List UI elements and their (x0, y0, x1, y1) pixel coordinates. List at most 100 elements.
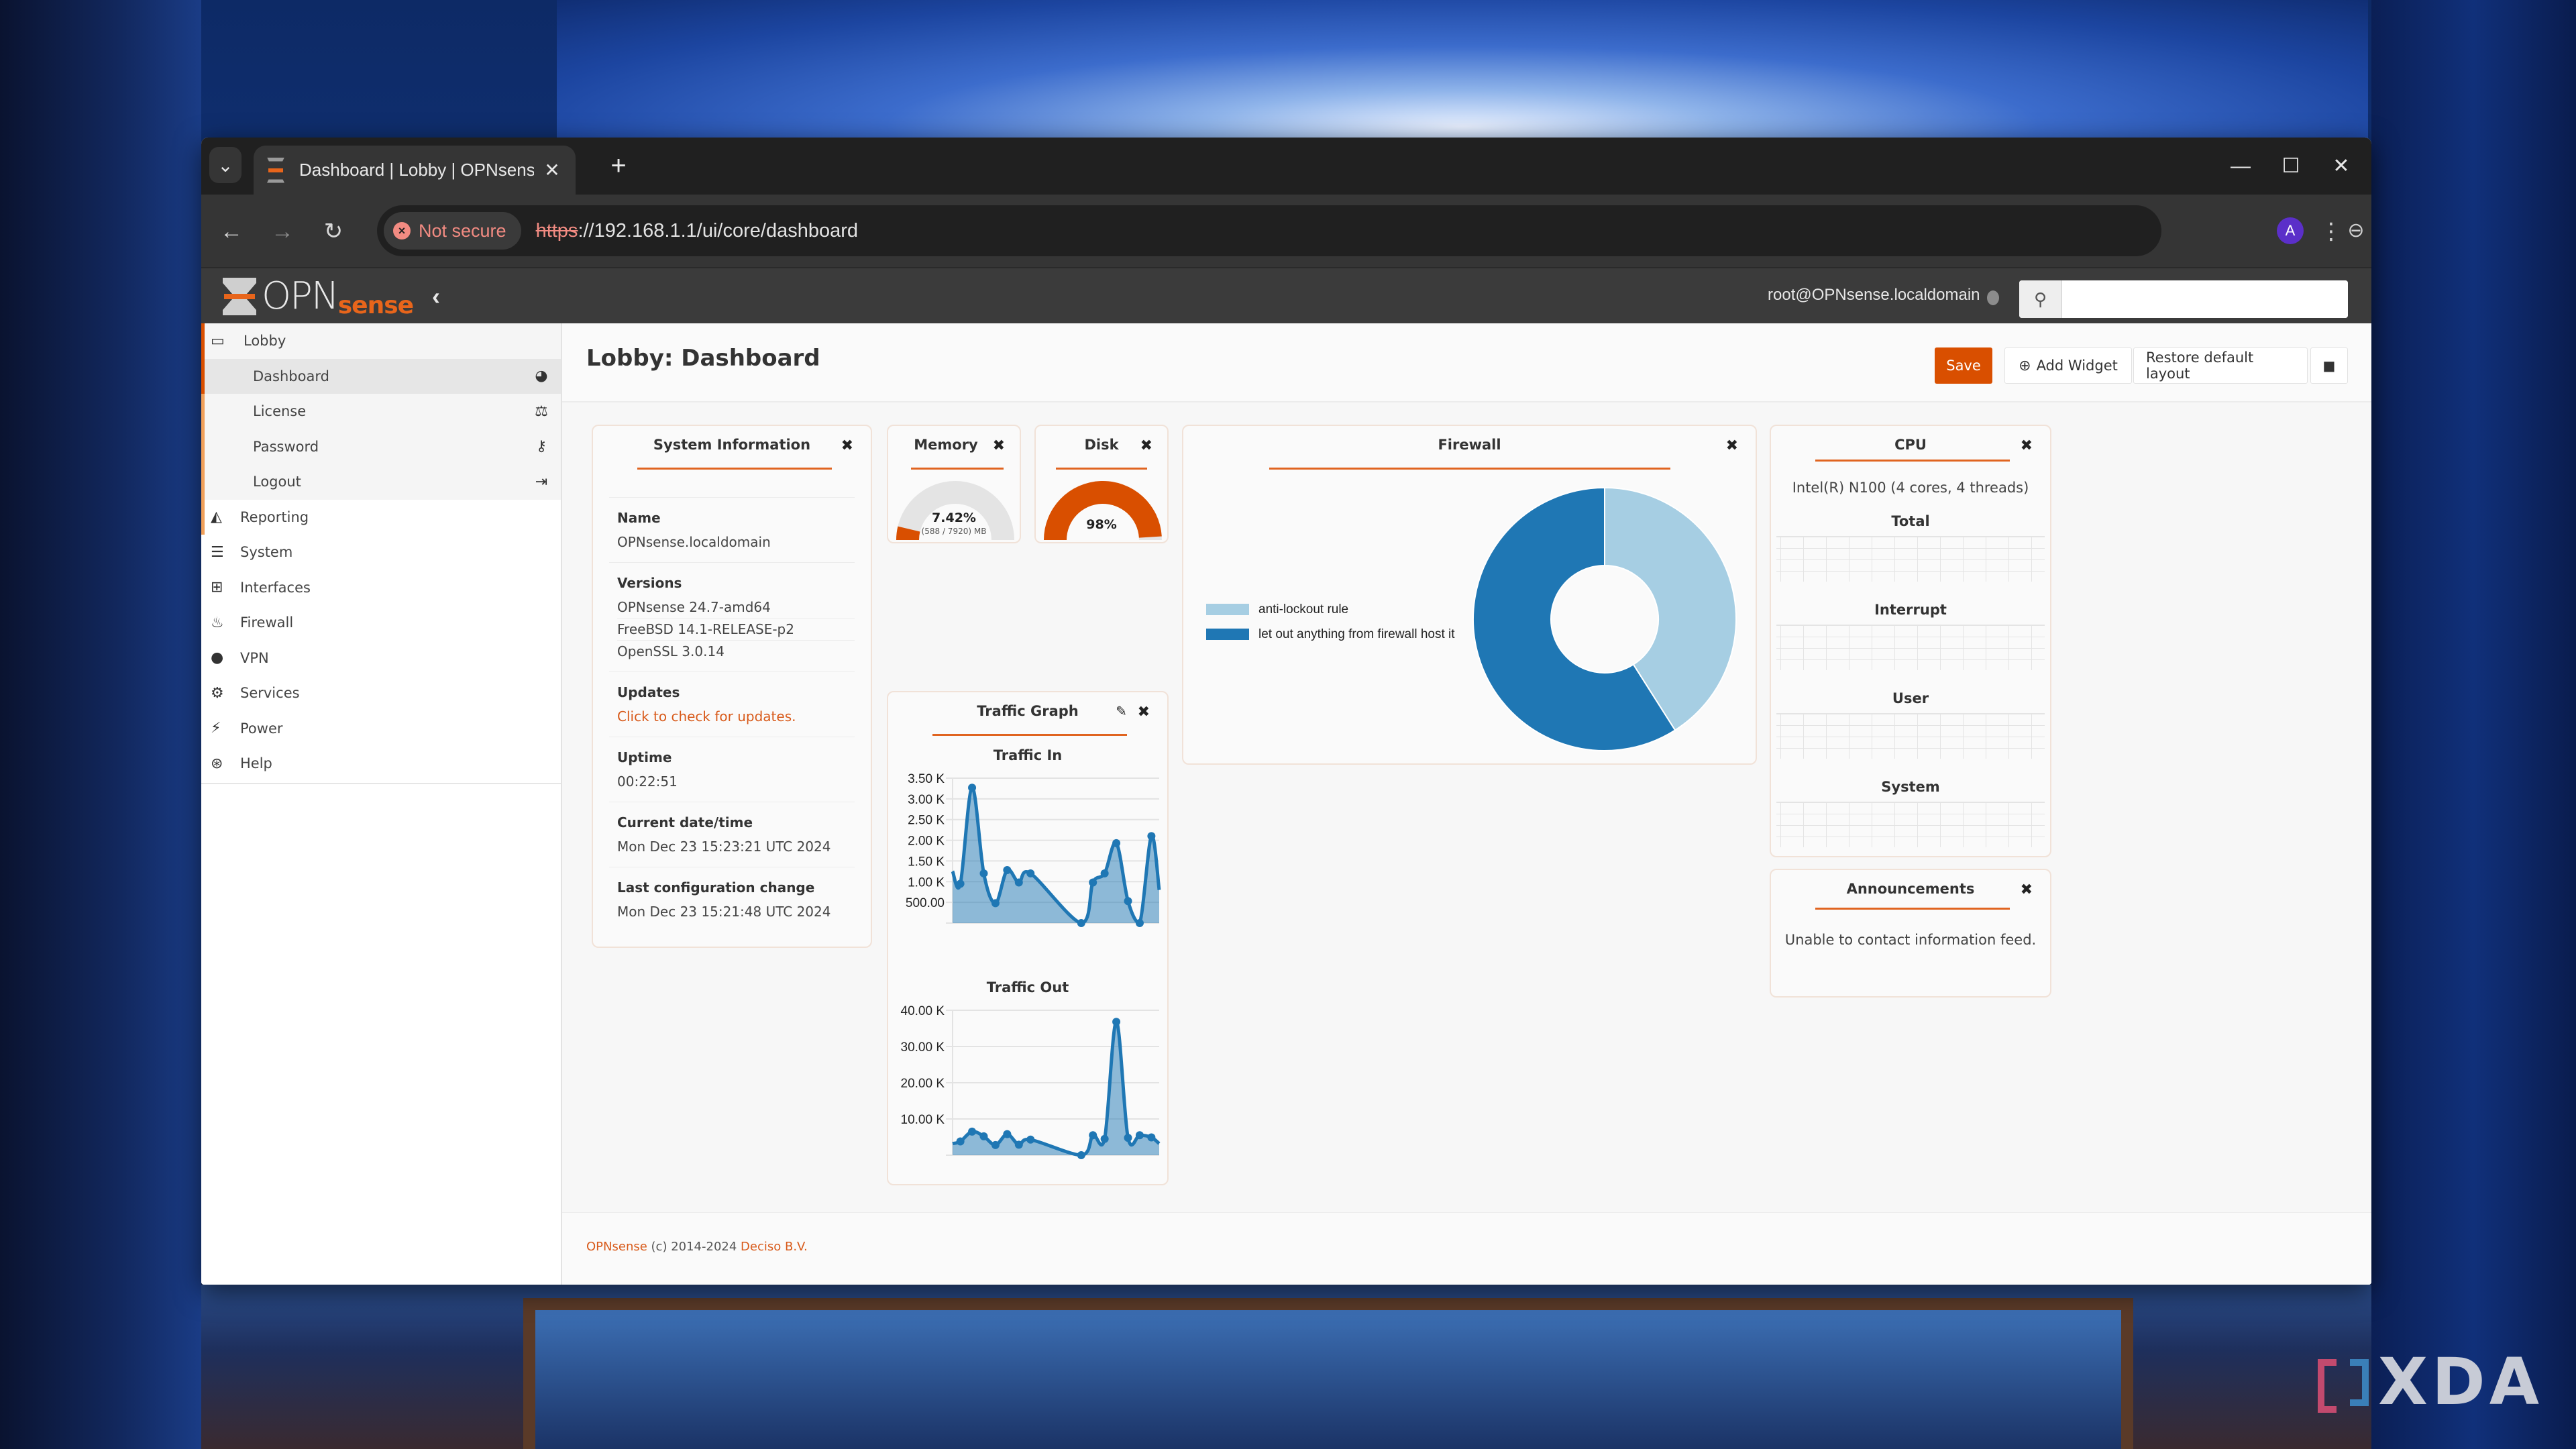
sidebar-item-interfaces[interactable]: ⊞ Interfaces (201, 570, 561, 606)
traffic-out-point[interactable] (1147, 1133, 1156, 1142)
xda-watermark-text: XDA (2378, 1344, 2543, 1419)
close-icon[interactable]: ✖ (841, 437, 853, 454)
security-chip[interactable]: × Not secure (384, 212, 521, 250)
sidebar-item-dashboard[interactable]: Dashboard ◕ (205, 358, 561, 394)
traffic-in-point[interactable] (1112, 839, 1121, 847)
close-icon[interactable]: ✖ (2021, 881, 2033, 898)
address-bar[interactable]: × Not secure https://192.168.1.1/ui/core… (377, 205, 2365, 256)
wallpaper-right (2371, 0, 2576, 1449)
widget-header: Traffic Graph ✎ ✖ (888, 692, 1167, 739)
widget-cpu[interactable]: CPU ✖ Intel(R) N100 (4 cores, 4 threads)… (1770, 425, 2051, 857)
sidebar-item-logout[interactable]: Logout ⇥ (205, 464, 561, 500)
traffic-in-point[interactable] (1124, 897, 1132, 906)
traffic-in-point[interactable] (1077, 919, 1085, 927)
widget-disk[interactable]: Disk ✖ 98% (1034, 425, 1169, 543)
traffic-out-point[interactable] (1112, 1018, 1121, 1026)
sidebar-item-services[interactable]: ⚙ Services (201, 676, 561, 711)
traffic-in-point[interactable] (1089, 878, 1097, 887)
close-icon[interactable]: ✖ (993, 437, 1005, 454)
close-icon[interactable]: ✖ (1726, 437, 1738, 454)
sidebar: ▭ Lobby Dashboard ◕ License ⚖ Password ⚷… (201, 323, 562, 1285)
footer-deciso-link[interactable]: Deciso B.V. (741, 1240, 808, 1254)
forward-button[interactable]: → (266, 215, 299, 248)
traffic-out-point[interactable] (1124, 1134, 1132, 1142)
traffic-out-point[interactable] (991, 1140, 1000, 1149)
legend-label: anti-lockout rule (1258, 602, 1349, 616)
disk-gauge (1044, 480, 1162, 540)
traffic-out-point[interactable] (1014, 1140, 1023, 1149)
close-icon[interactable]: ✖ (1140, 437, 1152, 454)
traffic-in-point[interactable] (991, 899, 1000, 908)
traffic-out-point[interactable] (1135, 1131, 1144, 1140)
traffic-in-point[interactable] (979, 869, 988, 877)
lock-layout-button[interactable]: ■ (2310, 347, 2348, 384)
new-tab-button[interactable]: + (604, 151, 633, 180)
sidebar-item-license[interactable]: License ⚖ (205, 394, 561, 429)
reload-button[interactable]: ↻ (317, 215, 350, 248)
widget-traffic-graph[interactable]: Traffic Graph ✎ ✖ Traffic In 500.00 1.00 … (887, 691, 1169, 1185)
sidebar-item-vpn[interactable]: ● VPN (201, 641, 561, 676)
search-input[interactable] (2062, 280, 2348, 318)
zoom-out-icon[interactable]: ⊖ (2343, 217, 2369, 244)
traffic-out-point[interactable] (956, 1137, 965, 1146)
cpu-graph-total: Total (1771, 513, 2050, 582)
traffic-out-point[interactable] (979, 1132, 988, 1140)
traffic-in-point[interactable] (1147, 832, 1156, 841)
traffic-in-point[interactable] (1100, 869, 1109, 877)
traffic-in-point[interactable] (968, 784, 977, 792)
url-text[interactable]: https://192.168.1.1/ui/core/dashboard (536, 220, 858, 242)
collapse-sidebar-button[interactable]: ‹ (423, 283, 449, 310)
system-info-label: Name (617, 510, 661, 526)
close-icon[interactable]: ✖ (2021, 437, 2033, 454)
tab-title: Dashboard | Lobby | OPNsense (299, 160, 534, 180)
legend-item[interactable]: anti-lockout rule (1206, 597, 1455, 622)
tab-dashboard[interactable]: Dashboard | Lobby | OPNsense ✕ (254, 146, 576, 195)
legend-item[interactable]: let out anything from firewall host it (1206, 622, 1455, 647)
check-updates-link[interactable]: Click to check for updates. (617, 706, 855, 727)
opnsense-logo[interactable]: OPN sense (223, 278, 414, 318)
traffic-out-point[interactable] (968, 1127, 977, 1136)
sidebar-item-reporting[interactable]: ◭ Reporting (201, 500, 561, 535)
tab-close-button[interactable]: ✕ (541, 159, 564, 181)
sidebar-item-label: System (240, 544, 293, 561)
traffic-out-point[interactable] (1026, 1135, 1035, 1144)
sidebar-item-system[interactable]: ☰ System (201, 535, 561, 570)
widget-firewall[interactable]: Firewall ✖ anti-lockout rule let out any… (1182, 425, 1757, 765)
kebab-menu-icon[interactable]: ⋮ (2320, 215, 2343, 248)
sidebar-item-power[interactable]: ⚡ Power (201, 711, 561, 747)
sidebar-item-lobby[interactable]: ▭ Lobby (205, 323, 561, 359)
widget-memory[interactable]: Memory ✖ 7.42% (588 / 7920) MB (887, 425, 1021, 543)
wallpaper-left (0, 0, 201, 1449)
sidebar-item-help[interactable]: ⊛ Help (201, 746, 561, 782)
save-button[interactable]: Save (1935, 347, 1992, 384)
widget-announcements[interactable]: Announcements ✖ Unable to contact inform… (1770, 869, 2051, 998)
footer-copyright: (c) 2014-2024 (647, 1240, 741, 1254)
add-widget-button[interactable]: ⊕ Add Widget (2004, 347, 2132, 384)
widget-system-information[interactable]: System Information ✖ Name OPNsense.locald… (592, 425, 872, 948)
xda-watermark: XDA (2318, 1344, 2543, 1419)
pencil-icon[interactable]: ✎ (1116, 703, 1127, 720)
close-window-button[interactable]: ✕ (2321, 150, 2361, 183)
sidebar-item-firewall[interactable]: ♨ Firewall (201, 605, 561, 641)
minimize-button[interactable]: — (2220, 150, 2261, 183)
widget-header: Disk ✖ (1036, 426, 1167, 473)
traffic-out-point[interactable] (1100, 1134, 1109, 1143)
footer-opnsense-link[interactable]: OPNsense (586, 1240, 647, 1254)
traffic-out-point[interactable] (1003, 1130, 1012, 1138)
traffic-in-point[interactable] (1026, 869, 1035, 877)
sign-out-icon: ⇥ (535, 473, 548, 490)
cpu-model: Intel(R) N100 (4 cores, 4 threads) (1792, 480, 2029, 496)
traffic-in-point[interactable] (1014, 878, 1023, 887)
restore-default-layout-button[interactable]: Restore default layout (2133, 347, 2308, 384)
traffic-out-point[interactable] (1089, 1131, 1097, 1140)
traffic-in-point[interactable] (1135, 919, 1144, 927)
traffic-in-point[interactable] (1003, 866, 1012, 875)
close-icon[interactable]: ✖ (1138, 703, 1150, 720)
traffic-out-point[interactable] (1077, 1151, 1085, 1159)
maximize-button[interactable]: ☐ (2271, 150, 2311, 183)
back-button[interactable]: ← (215, 215, 248, 248)
tab-search-button[interactable]: ⌄ (209, 147, 241, 183)
sidebar-item-password[interactable]: Password ⚷ (205, 429, 561, 465)
profile-avatar[interactable]: A (2277, 217, 2304, 244)
traffic-in-point[interactable] (956, 879, 965, 888)
